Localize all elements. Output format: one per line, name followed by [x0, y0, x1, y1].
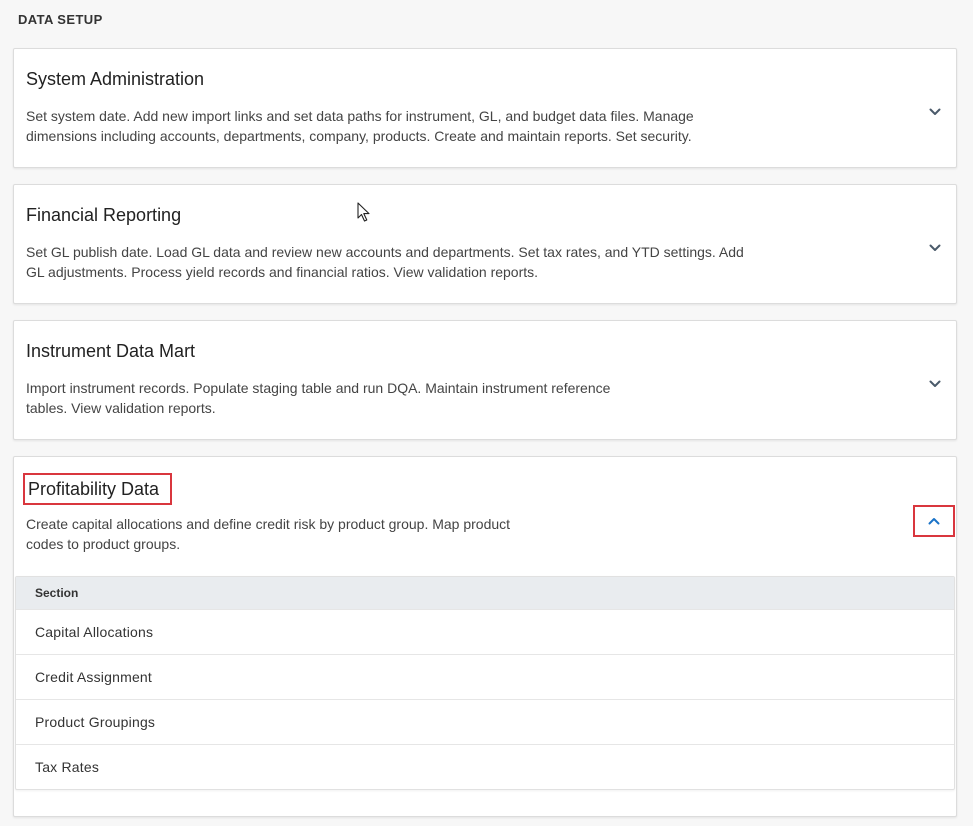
section-table: Section Capital Allocations Credit Assig… — [15, 576, 955, 790]
card-title: Financial Reporting — [26, 205, 182, 225]
table-row-product-groupings[interactable]: Product Groupings — [16, 699, 954, 744]
chevron-down-icon — [929, 244, 941, 251]
chevron-down-icon — [929, 108, 941, 115]
table-row-capital-allocations[interactable]: Capital Allocations — [16, 609, 954, 654]
page-title: DATA SETUP — [18, 12, 103, 27]
card-description: Set GL publish date. Load GL data and re… — [26, 244, 744, 280]
card-title: Instrument Data Mart — [26, 341, 196, 361]
table-row-tax-rates[interactable]: Tax Rates — [16, 744, 954, 789]
card-description: Create capital allocations and define cr… — [26, 516, 511, 552]
chevron-up-icon — [928, 518, 940, 525]
expand-toggle-button[interactable] — [924, 373, 946, 395]
card-description: Import instrument records. Populate stag… — [26, 380, 611, 416]
card-system-administration: System Administration Set system date. A… — [13, 48, 957, 168]
card-title: Profitability Data — [23, 473, 173, 505]
table-row-credit-assignment[interactable]: Credit Assignment — [16, 654, 954, 699]
card-profitability-data: Profitability Data Create capital alloca… — [13, 456, 957, 817]
card-instrument-data-mart: Instrument Data Mart Import instrument r… — [13, 320, 957, 440]
card-financial-reporting: Financial Reporting Set GL publish date.… — [13, 184, 957, 304]
expand-toggle-button[interactable] — [924, 237, 946, 259]
chevron-down-icon — [929, 380, 941, 387]
card-title: System Administration — [26, 69, 205, 89]
table-column-header: Section — [16, 577, 954, 609]
expand-toggle-button[interactable] — [924, 101, 946, 123]
collapse-toggle-button[interactable] — [913, 505, 955, 537]
mouse-cursor-icon — [357, 202, 370, 222]
card-description: Set system date. Add new import links an… — [26, 108, 694, 144]
